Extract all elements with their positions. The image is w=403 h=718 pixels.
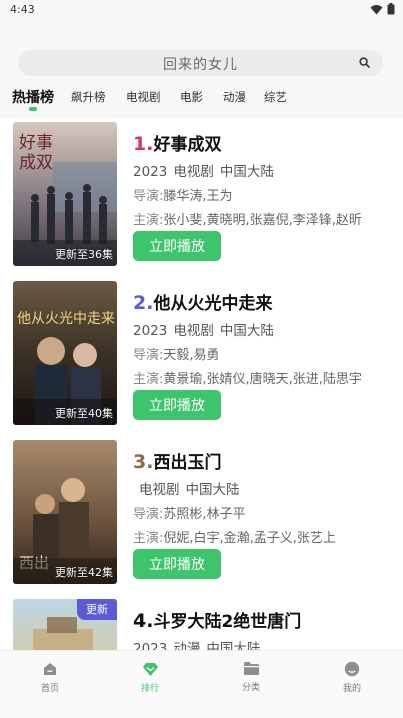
item-title[interactable]: 1.好事成双 [133,130,221,155]
item-region: 中国大陆 [219,323,274,339]
item-meta: 电视剧 中国大陆 [133,478,246,498]
item-region: 中国大陆 [185,482,240,498]
rank-number: 4. [133,610,154,632]
status-bar: 4:43 [0,0,403,18]
ranking-icon [142,663,158,676]
item-genre: 动漫 [173,641,201,650]
tab-movie[interactable]: 电影 [180,87,203,105]
director-names: 天毅,易勇 [163,348,220,363]
list-item[interactable]: 更新 4.斗罗大陆2绝世唐门 2023 动漫 中国大陆 [0,595,403,650]
nav-category-label: 分类 [241,683,260,693]
tab-tv[interactable]: 电视剧 [126,87,161,105]
nav-profile[interactable]: 我的 [302,661,402,694]
poster-image[interactable]: 西出 更新至42集 [13,440,117,584]
item-meta: 2023 动漫 中国大陆 [133,637,266,650]
item-genre: 电视剧 [173,323,214,339]
item-region: 中国大陆 [206,641,261,650]
item-region: 中国大陆 [219,164,274,180]
item-genre: 电视剧 [139,482,180,498]
cast-line: 主演:倪妮,白宇,金瀚,孟子义,张艺上 [133,527,381,546]
cast-label: 主演: [133,531,164,546]
cast-names: 张小斐,黄晓明,张嘉倪,李泽锋,赵昕 [163,213,362,228]
episode-badge: 更新至36集 [55,248,113,261]
search-icon[interactable] [359,57,370,68]
nav-profile-label: 我的 [342,684,361,694]
item-title[interactable]: 4.斗罗大陆2绝世唐门 [133,607,301,632]
update-tag: 更新 [77,599,117,620]
poster-art: 西出 [13,440,117,584]
cast-label: 主演: [133,213,164,228]
search-input[interactable]: 回来的女儿 [18,50,383,76]
item-year: 2023 [133,323,168,339]
title-text: 好事成双 [153,135,222,155]
cast-line: 主演:黄景瑜,张婧仪,唐晓天,张进,陆思宇 [133,368,381,387]
director-names: 苏照彬,林子平 [163,507,246,522]
item-year: 2023 [133,164,168,180]
nav-ranking[interactable]: 排行 [100,661,200,694]
cast-label: 主演: [133,372,164,387]
svg-text:好事: 好事 [19,133,53,153]
tab-anime[interactable]: 动漫 [223,87,246,105]
svg-text:成双: 成双 [19,153,53,173]
poster-art: 他从火光中走来 [13,281,117,425]
tab-variety[interactable]: 综艺 [264,87,287,105]
title-text: 西出玉门 [153,453,222,473]
item-title[interactable]: 2.他从火光中走来 [133,289,272,314]
poster-art: 好事 成双 [13,122,117,266]
play-now-button[interactable]: 立即播放 [133,390,221,420]
item-meta: 2023 电视剧 中国大陆 [133,160,280,180]
episode-badge: 更新至42集 [55,566,113,579]
wifi-icon [370,4,383,14]
profile-icon [344,661,360,677]
director-line: 导演:天毅,易勇 [133,344,381,363]
cast-names: 黄景瑜,张婧仪,唐晓天,张进,陆思宇 [163,372,362,387]
folder-icon [243,662,259,675]
director-label: 导演: [133,507,164,522]
cast-line: 主演:张小斐,黄晓明,张嘉倪,李泽锋,赵昕 [133,209,381,228]
poster-image[interactable]: 好事 成双 更新至36集 [13,122,117,266]
tab-hot[interactable]: 热播榜 [12,87,54,107]
director-line: 导演:苏照彬,林子平 [133,503,381,522]
rank-number: 3. [133,451,154,473]
item-title[interactable]: 3.西出玉门 [133,448,221,473]
ranking-list: 好事 成双 更新至36集 1.好事成双 2023 电视剧 中国大陆 导演:滕华涛,王… [0,118,403,650]
tab-indicator [29,107,37,111]
battery-icon [387,3,395,15]
bottom-nav: 首页 排行 分类 我的 [0,650,403,718]
nav-home-label: 首页 [40,684,59,694]
search-placeholder: 回来的女儿 [163,57,238,73]
status-time: 4:43 [10,3,35,16]
item-genre: 电视剧 [173,164,214,180]
nav-home[interactable]: 首页 [0,661,100,694]
director-names: 滕华涛,王为 [163,189,233,204]
status-icons [370,3,395,15]
svg-text:他从火光中走来: 他从火光中走来 [17,311,115,327]
tab-rising[interactable]: 飙升榜 [71,87,106,105]
poster-image[interactable]: 他从火光中走来 更新至40集 [13,281,117,425]
item-meta: 2023 电视剧 中国大陆 [133,319,280,339]
list-item[interactable]: 他从火光中走来 更新至40集 2.他从火光中走来 2023 电视剧 中国大陆 导演:… [0,277,403,427]
list-item[interactable]: 好事 成双 更新至36集 1.好事成双 2023 电视剧 中国大陆 导演:滕华涛,王… [0,118,403,268]
poster-image[interactable]: 更新 [13,599,117,650]
director-label: 导演: [133,348,164,363]
play-now-button[interactable]: 立即播放 [133,549,221,579]
nav-ranking-label: 排行 [140,684,159,694]
title-text: 他从火光中走来 [153,294,273,314]
play-now-button[interactable]: 立即播放 [133,231,221,261]
rank-number: 2. [133,292,154,314]
director-label: 导演: [133,189,164,204]
director-line: 导演:滕华涛,王为 [133,185,381,204]
item-year: 2023 [133,641,168,650]
episode-badge: 更新至40集 [55,407,113,420]
title-text: 斗罗大陆2绝世唐门 [153,612,302,632]
cast-names: 倪妮,白宇,金瀚,孟子义,张艺上 [163,531,336,546]
list-item[interactable]: 西出 更新至42集 3.西出玉门 电视剧中国大陆 导演:苏照彬,林子平 主演:倪… [0,436,403,586]
rank-number: 1. [133,133,154,155]
home-icon [44,663,56,675]
nav-category[interactable]: 分类 [201,661,301,693]
